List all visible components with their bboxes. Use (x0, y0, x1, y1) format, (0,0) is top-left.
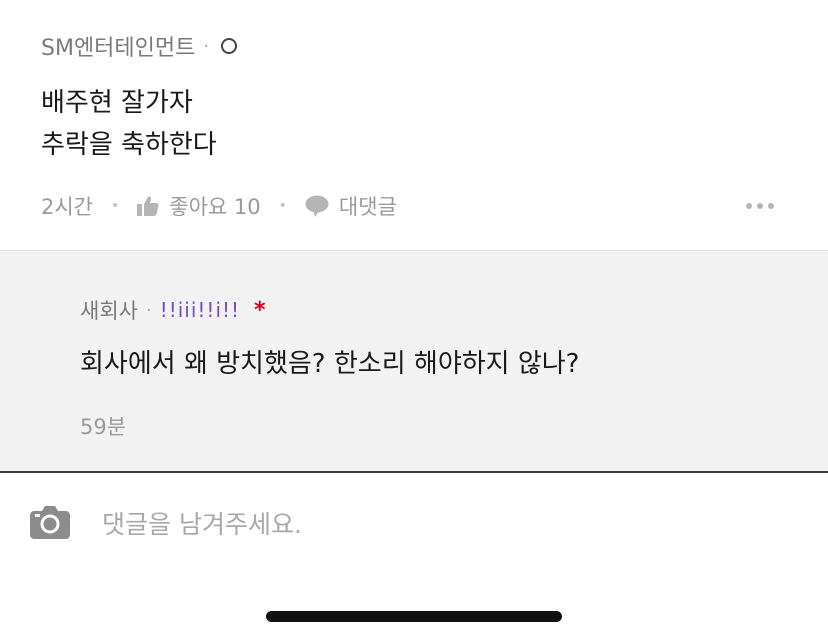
comment-input[interactable] (100, 503, 784, 545)
home-indicator[interactable] (266, 611, 562, 622)
more-dots-icon[interactable] (746, 203, 774, 209)
comment-body-line-2: 추락을 축하한다 (41, 130, 217, 160)
dot (746, 203, 752, 209)
comment-body: 배주현 잘가자 추락을 축하한다 (41, 82, 217, 166)
camera-icon[interactable] (30, 503, 70, 543)
dot (768, 203, 774, 209)
speech-bubble-icon (305, 195, 329, 217)
reply-nickname: !!iii!!i!! (159, 298, 241, 322)
author-separator: · (145, 299, 152, 321)
reply-author-row: 새회사 · !!iii!!i!! * (80, 295, 266, 325)
comment-meta: 2시간 • 좋아요 10 • 대댓글 (41, 190, 397, 222)
reply-label: 대댓글 (338, 195, 397, 219)
reply-button[interactable]: 대댓글 (305, 191, 397, 221)
comment-body-line-1: 배주현 잘가자 (41, 88, 193, 118)
reply-author[interactable]: 새회사 (80, 295, 138, 325)
comment-author[interactable]: SM엔터테인먼트 (41, 30, 195, 62)
reply-body: 회사에서 왜 방치했음? 한소리 해야하지 않나? (80, 349, 580, 379)
like-button[interactable]: 좋아요 10 (137, 191, 261, 221)
author-separator: · (203, 35, 210, 57)
comment-time: 2시간 (41, 195, 94, 219)
dot (757, 203, 763, 209)
meta-separator: • (278, 198, 287, 214)
meta-separator: • (111, 198, 120, 214)
comment-card: SM엔터테인먼트 · 배주현 잘가자 추락을 축하한다 2시간 • 좋아요 10… (0, 0, 828, 250)
reply-marker: * (254, 297, 266, 323)
thumbs-up-icon (137, 196, 159, 216)
reply-time: 59분 (80, 415, 127, 439)
circle-badge-icon (221, 38, 238, 54)
reply-card: 새회사 · !!iii!!i!! * 회사에서 왜 방치했음? 한소리 해야하지… (0, 251, 828, 471)
like-label: 좋아요 10 (169, 195, 261, 219)
comment-author-row: SM엔터테인먼트 · (41, 30, 238, 62)
